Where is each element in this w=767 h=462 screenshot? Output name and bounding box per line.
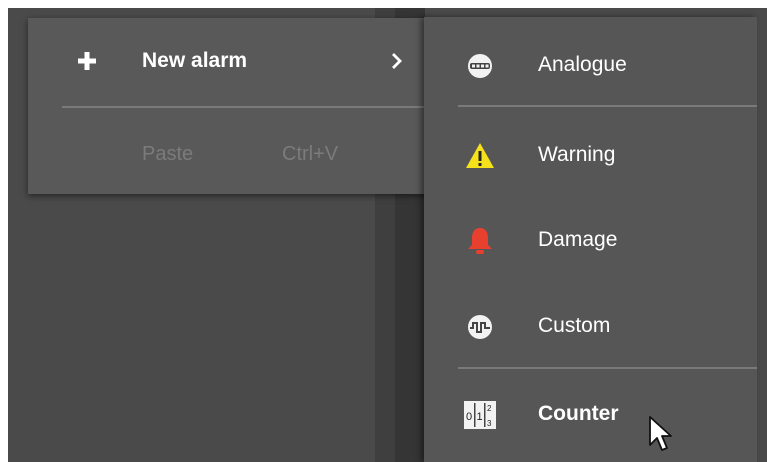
new-alarm-label: New alarm [142,49,248,72]
paste-label: Paste [142,143,194,165]
submenu-item-damage[interactable]: Damage [424,210,757,270]
counter-digit: 2 [487,404,492,413]
bell-icon [468,228,492,254]
submenu-label: Custom [538,314,611,337]
submenu-item-counter[interactable]: 0 1 2 3 Counter [424,384,757,444]
counter-icon: 0 1 2 3 [464,401,496,429]
warning-icon [466,143,494,168]
submenu-item-analogue[interactable]: Analogue [424,35,757,95]
mouse-cursor-icon [649,416,672,451]
submenu-divider [458,105,757,107]
counter-digit: 1 [477,411,483,423]
counter-digit: 3 [487,419,492,428]
new-alarm-submenu: Analogue Warning Damage Custom 0 1 2 3 C… [424,17,757,462]
submenu-label: Counter [538,402,619,425]
context-menu: New alarm Paste Ctrl+V [28,18,428,194]
paste-menu-item[interactable]: Paste Ctrl+V [28,136,428,172]
analogue-icon [468,54,492,78]
custom-wave-icon [468,315,492,339]
chevron-right-icon [392,53,402,69]
menu-divider [62,106,428,108]
paste-shortcut: Ctrl+V [282,143,339,165]
submenu-item-warning[interactable]: Warning [424,125,757,185]
submenu-divider [458,367,757,369]
submenu-item-custom[interactable]: Custom [424,296,757,356]
submenu-label: Warning [538,143,616,166]
submenu-label: Damage [538,228,618,251]
counter-digit: 0 [466,411,472,423]
plus-icon [78,52,96,70]
submenu-label: Analogue [538,53,627,76]
new-alarm-menu-item[interactable]: New alarm [28,40,428,84]
